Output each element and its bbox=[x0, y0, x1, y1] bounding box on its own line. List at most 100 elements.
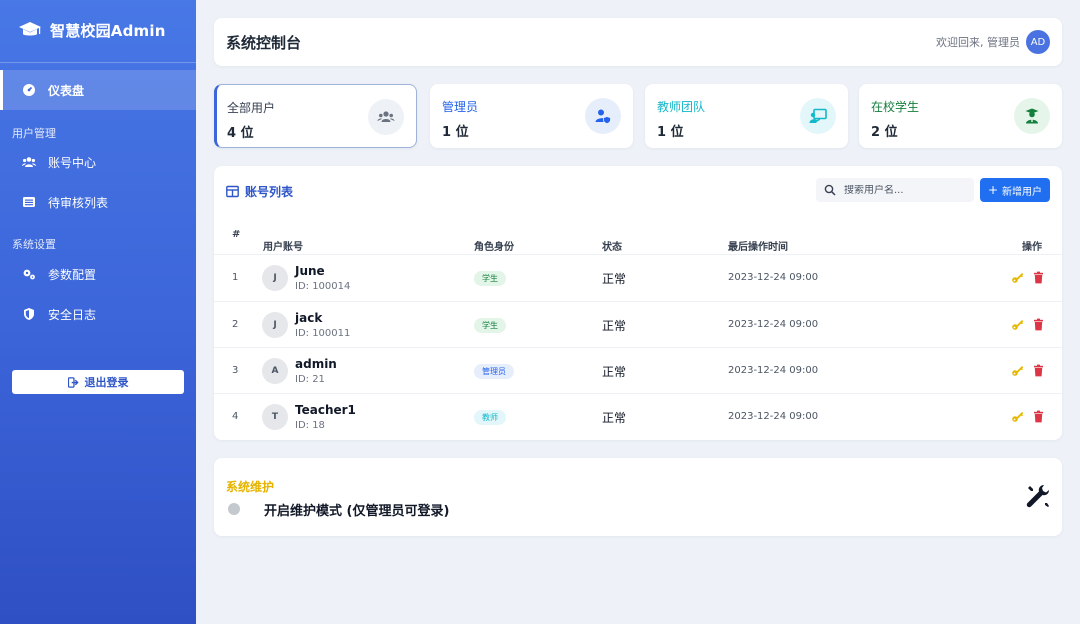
row-index: 2 bbox=[232, 319, 239, 330]
graduation-cap-icon bbox=[19, 22, 41, 36]
avatar: J bbox=[262, 312, 288, 338]
logout-button[interactable]: 退出登录 bbox=[12, 370, 184, 394]
users-icon bbox=[22, 157, 36, 167]
avatar: J bbox=[262, 265, 288, 291]
reset-password-button[interactable] bbox=[1011, 364, 1024, 377]
user-id: ID: 18 bbox=[295, 420, 325, 431]
column-header-account: 用户账号 bbox=[263, 242, 303, 253]
column-header-index: # bbox=[232, 229, 241, 240]
top-header: 系统控制台 欢迎回来, 管理员 AD bbox=[214, 18, 1062, 66]
nav-group-system-settings: 系统设置 bbox=[12, 238, 56, 251]
trash-icon bbox=[1034, 318, 1043, 331]
delete-button[interactable] bbox=[1032, 410, 1045, 423]
last-action-time: 2023-12-24 09:00 bbox=[728, 365, 819, 376]
search-icon bbox=[824, 184, 836, 196]
table-row: 4 T Teacher1 ID: 18 教师 正常 2023-12-24 09:… bbox=[214, 394, 1062, 440]
maintenance-label: 开启维护模式 (仅管理员可登录) bbox=[264, 504, 450, 519]
row-index: 1 bbox=[232, 272, 239, 283]
sidebar-divider bbox=[0, 62, 196, 63]
table-title: 账号列表 bbox=[226, 183, 293, 200]
last-action-time: 2023-12-24 09:00 bbox=[728, 411, 819, 422]
brand: 智慧校园Admin bbox=[18, 18, 166, 42]
row-index: 4 bbox=[232, 411, 239, 422]
table-icon bbox=[226, 185, 239, 198]
stat-card-teachers[interactable]: 教师团队 1 位 bbox=[645, 84, 848, 148]
column-header-last-action: 最后操作时间 bbox=[728, 242, 788, 253]
chalkboard-teacher-icon bbox=[800, 98, 836, 134]
user-id: ID: 21 bbox=[295, 374, 325, 385]
sidebar-item-accounts[interactable]: 账号中心 bbox=[0, 142, 196, 182]
role-badge: 学生 bbox=[474, 271, 506, 286]
column-header-actions: 操作 bbox=[1022, 242, 1042, 253]
trash-icon bbox=[1034, 410, 1043, 423]
add-user-button[interactable]: + 新增用户 bbox=[980, 178, 1050, 202]
column-header-status: 状态 bbox=[602, 242, 622, 253]
sign-out-icon bbox=[67, 376, 79, 388]
sidebar-item-security-log[interactable]: 安全日志 bbox=[0, 294, 196, 334]
avatar: A bbox=[262, 358, 288, 384]
table-row: 3 A admin ID: 21 管理员 正常 2023-12-24 09:00 bbox=[214, 348, 1062, 394]
stat-card-admins[interactable]: 管理员 1 位 bbox=[430, 84, 633, 148]
column-header-role: 角色身份 bbox=[474, 242, 514, 253]
stat-card-all-users[interactable]: 全部用户 4 位 bbox=[214, 84, 417, 148]
maintenance-title: 系统维护 bbox=[226, 480, 275, 494]
sidebar-item-label: 仪表盘 bbox=[48, 83, 85, 98]
stat-card-students[interactable]: 在校学生 2 位 bbox=[859, 84, 1062, 148]
brand-name: 智慧校园Admin bbox=[50, 21, 166, 40]
table-row: 1 J June ID: 100014 学生 正常 2023-12-24 09:… bbox=[214, 255, 1062, 301]
trash-icon bbox=[1034, 271, 1043, 284]
user-name: June bbox=[295, 264, 325, 278]
sidebar-item-params[interactable]: 参数配置 bbox=[0, 254, 196, 294]
row-index: 3 bbox=[232, 365, 239, 376]
shield-icon bbox=[24, 308, 34, 320]
role-badge: 教师 bbox=[474, 410, 506, 425]
reset-password-button[interactable] bbox=[1011, 271, 1024, 284]
add-user-label: 新增用户 bbox=[1002, 186, 1043, 198]
key-icon bbox=[1012, 320, 1024, 330]
tools-icon bbox=[1026, 484, 1050, 508]
user-graduate-icon bbox=[1014, 98, 1050, 134]
status-text: 正常 bbox=[602, 411, 627, 425]
maintenance-card: 系统维护 开启维护模式 (仅管理员可登录) bbox=[214, 458, 1062, 536]
key-icon bbox=[1012, 366, 1024, 376]
role-badge: 学生 bbox=[474, 318, 506, 333]
accounts-table-card: 账号列表 + 新增用户 # 用户账号 角色身份 状态 最后操作时间 操作 1 J… bbox=[214, 166, 1062, 440]
user-name: Teacher1 bbox=[295, 403, 356, 417]
logout-label: 退出登录 bbox=[84, 376, 129, 389]
search-box[interactable] bbox=[816, 178, 974, 202]
nav-group-user-management: 用户管理 bbox=[12, 127, 56, 140]
status-text: 正常 bbox=[602, 319, 627, 333]
key-icon bbox=[1012, 412, 1024, 422]
delete-button[interactable] bbox=[1032, 318, 1045, 331]
sidebar: 智慧校园Admin 仪表盘 用户管理 账号中心 待审核列表 系统设置 参数配置 … bbox=[0, 0, 196, 624]
plus-icon: + bbox=[987, 183, 999, 197]
sidebar-item-label: 参数配置 bbox=[48, 267, 97, 282]
table-row: 2 J jack ID: 100011 学生 正常 2023-12-24 09:… bbox=[214, 302, 1062, 348]
user-shield-icon bbox=[585, 98, 621, 134]
avatar: T bbox=[262, 404, 288, 430]
sidebar-item-label: 待审核列表 bbox=[48, 195, 109, 210]
search-input[interactable] bbox=[844, 184, 964, 196]
status-text: 正常 bbox=[602, 272, 627, 286]
reset-password-button[interactable] bbox=[1011, 410, 1024, 423]
page-title: 系统控制台 bbox=[226, 33, 302, 52]
last-action-time: 2023-12-24 09:00 bbox=[728, 319, 819, 330]
avatar[interactable]: AD bbox=[1026, 30, 1050, 54]
last-action-time: 2023-12-24 09:00 bbox=[728, 272, 819, 283]
trash-icon bbox=[1034, 364, 1043, 377]
users-icon bbox=[368, 99, 404, 135]
role-badge: 管理员 bbox=[474, 364, 514, 379]
reset-password-button[interactable] bbox=[1011, 318, 1024, 331]
key-icon bbox=[1012, 273, 1024, 283]
sidebar-item-pending[interactable]: 待审核列表 bbox=[0, 182, 196, 222]
table-title-text: 账号列表 bbox=[245, 185, 294, 199]
user-name: jack bbox=[295, 311, 323, 325]
delete-button[interactable] bbox=[1032, 271, 1045, 284]
gauge-icon bbox=[23, 84, 35, 96]
sidebar-item-dashboard[interactable]: 仪表盘 bbox=[0, 70, 196, 110]
maintenance-toggle[interactable] bbox=[228, 503, 240, 515]
delete-button[interactable] bbox=[1032, 364, 1045, 377]
sidebar-item-label: 账号中心 bbox=[48, 155, 97, 170]
list-icon bbox=[23, 197, 35, 207]
user-id: ID: 100014 bbox=[295, 281, 351, 292]
